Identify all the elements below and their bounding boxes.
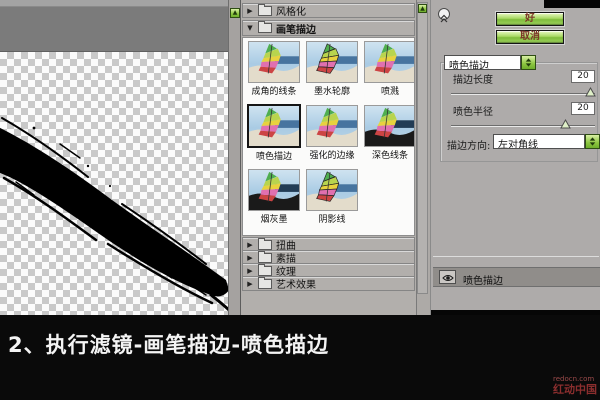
preview-scrollbar[interactable]: ▲ xyxy=(228,0,241,315)
open-folder-icon xyxy=(258,23,272,33)
filter-thumbnail-label: 喷色描边 xyxy=(247,149,301,162)
transparency-checkerboard xyxy=(0,52,228,315)
stroke-direction-dropdown[interactable]: 左对角线 xyxy=(493,134,585,149)
filter-thumbnail[interactable]: 阴影线 xyxy=(305,168,359,232)
filter-preview-pane xyxy=(0,0,228,315)
filter-thumbnail[interactable]: 深色线条 xyxy=(363,104,415,168)
scroll-up-arrow-icon[interactable]: ▲ xyxy=(230,8,240,18)
spray-radius-slider[interactable] xyxy=(451,118,595,130)
filter-thumbnail-image[interactable] xyxy=(364,41,415,83)
filter-thumbnail-label: 深色线条 xyxy=(363,148,415,161)
chevron-right-icon: ▶ xyxy=(246,241,254,249)
slider-thumb-icon[interactable] xyxy=(585,87,596,97)
folder-icon xyxy=(258,266,272,276)
stroke-direction-dropdown-button[interactable] xyxy=(585,134,600,149)
folder-icon xyxy=(258,6,272,16)
category-stylize[interactable]: ▶ 风格化 xyxy=(242,3,415,18)
filter-thumbnail-image[interactable] xyxy=(248,169,300,211)
beach-sail-preview-art xyxy=(307,42,357,82)
slider-thumb-icon[interactable] xyxy=(560,119,571,129)
beach-sail-preview-art xyxy=(365,106,415,146)
filter-thumbnail-image[interactable] xyxy=(247,104,301,148)
spray-radius-value[interactable]: 20 xyxy=(571,102,595,115)
chevron-right-icon: ▶ xyxy=(246,280,254,288)
beach-sail-preview-art xyxy=(249,106,299,146)
folder-icon xyxy=(258,253,272,263)
category-artistic[interactable]: ▶ 艺术效果 xyxy=(242,276,415,291)
filter-thumbnail-label: 阴影线 xyxy=(305,212,359,225)
ok-button[interactable]: 好 xyxy=(496,12,564,26)
filter-thumbnail-label: 强化的边缘 xyxy=(305,148,359,161)
black-brush-stroke xyxy=(0,52,228,315)
filter-thumbnail-image[interactable] xyxy=(364,105,415,147)
filter-thumbnail[interactable]: 墨水轮廓 xyxy=(305,40,359,104)
beach-sail-preview-art xyxy=(365,42,415,82)
chevron-right-icon: ▶ xyxy=(246,267,254,275)
filter-thumbnail-label: 烟灰墨 xyxy=(247,212,301,225)
folder-icon xyxy=(258,240,272,250)
category-label: 画笔描边 xyxy=(276,21,316,36)
beach-sail-preview-art xyxy=(249,170,299,210)
beach-sail-preview-art xyxy=(249,42,299,82)
filter-thumbnail[interactable]: 强化的边缘 xyxy=(305,104,359,168)
dialog-corner-shadow xyxy=(544,0,600,8)
filter-thumbnail-label: 成角的线条 xyxy=(247,84,301,97)
slider-track[interactable] xyxy=(451,93,595,95)
category-label: 艺术效果 xyxy=(276,276,316,291)
filter-thumbnail-image[interactable] xyxy=(306,41,358,83)
panel-separator xyxy=(433,256,599,257)
filter-thumbnail-label: 喷溅 xyxy=(363,84,415,97)
thumbnail-scrollbar[interactable]: ▲ xyxy=(417,2,428,294)
tutorial-step-caption: 2、执行滤镜-画笔描边-喷色描边 xyxy=(8,329,329,359)
caption-bar: 2、执行滤镜-画笔描边-喷色描边 redocn.com 红动中国 xyxy=(0,315,600,400)
preview-pasteboard xyxy=(0,7,228,52)
slider-track[interactable] xyxy=(451,125,595,127)
filter-options-panel: 好 取消 喷色描边 描边长度 20 喷色半径 20 描边方向: 左对角线 xyxy=(430,0,600,315)
filter-thumbnail[interactable]: 成角的线条 xyxy=(247,40,301,104)
filter-thumbnail[interactable]: 喷色描边 xyxy=(247,104,301,168)
beach-sail-preview-art xyxy=(307,170,357,210)
eye-icon xyxy=(442,274,454,282)
dropdown-arrows-icon xyxy=(587,136,598,147)
preview-top-strip xyxy=(0,0,228,7)
stroke-length-slider[interactable] xyxy=(451,86,595,98)
stroke-length-value[interactable]: 20 xyxy=(571,70,595,83)
category-label: 风格化 xyxy=(276,3,306,18)
chevron-right-icon: ▶ xyxy=(246,254,254,262)
filter-thumbnail[interactable]: 烟灰墨 xyxy=(247,168,301,232)
folder-icon xyxy=(258,279,272,289)
filter-thumbnail-label: 墨水轮廓 xyxy=(305,84,359,97)
applied-filter-name: 喷色描边 xyxy=(463,272,503,287)
filter-category-panel: ▶ 风格化 ▼ 画笔描边 xyxy=(241,0,417,315)
scroll-up-arrow-icon[interactable]: ▲ xyxy=(418,4,427,13)
thumbnail-grid: 成角的线条 墨水轮廓 xyxy=(247,40,415,232)
collapse-panel-button[interactable] xyxy=(438,8,450,20)
watermark: redocn.com 红动中国 xyxy=(553,376,597,395)
applied-filter-row[interactable]: 喷色描边 xyxy=(433,267,600,287)
category-brush-strokes[interactable]: ▼ 画笔描边 xyxy=(242,20,415,36)
filter-select-dropdown[interactable]: 喷色描边 xyxy=(444,55,521,70)
filter-thumbnail-image[interactable] xyxy=(306,169,358,211)
filter-gallery-dialog: ▲ ▶ 风格化 ▼ 画笔描边 xyxy=(0,0,600,400)
chevron-down-icon: ▼ xyxy=(246,24,254,32)
filter-select-dropdown-button[interactable] xyxy=(521,55,536,70)
beach-sail-preview-art xyxy=(307,106,357,146)
chevron-right-icon: ▶ xyxy=(246,7,254,15)
filter-thumbnail-image[interactable] xyxy=(306,105,358,147)
double-chevron-up-icon xyxy=(439,14,449,24)
thumbnail-list-area: 成角的线条 墨水轮廓 xyxy=(242,37,415,236)
visibility-toggle-button[interactable] xyxy=(439,270,456,284)
stroke-length-label: 描边长度 xyxy=(453,71,493,86)
filter-thumbnail[interactable]: 喷溅 xyxy=(363,40,415,104)
spray-radius-label: 喷色半径 xyxy=(453,103,493,118)
filter-thumbnail-image[interactable] xyxy=(248,41,300,83)
dropdown-arrows-icon xyxy=(523,57,534,68)
watermark-url: redocn.com xyxy=(553,376,597,383)
watermark-brand: 红动中国 xyxy=(553,384,597,395)
stroke-direction-label: 描边方向: xyxy=(447,137,490,152)
cancel-button[interactable]: 取消 xyxy=(496,30,564,44)
